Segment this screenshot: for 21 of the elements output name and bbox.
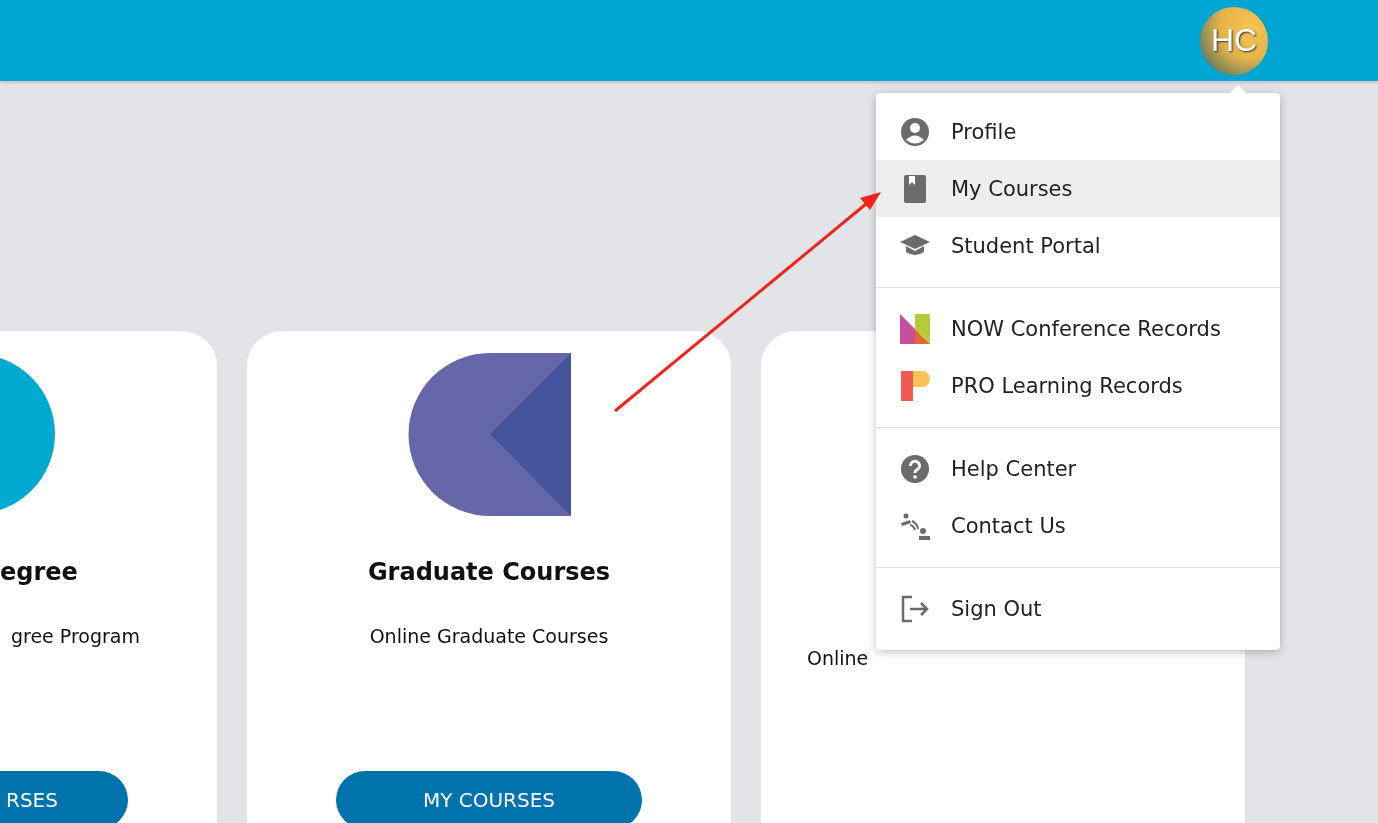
- menu-item[interactable]: Contact Us: [876, 497, 1280, 554]
- card-subtitle: Online Graduate Courses: [369, 624, 609, 649]
- menu-item[interactable]: PRO Learning Records: [876, 357, 1280, 414]
- menu-item[interactable]: Profile: [876, 103, 1280, 160]
- help-icon: [900, 453, 930, 484]
- menu-item[interactable]: Help Center: [876, 440, 1280, 497]
- sign-out-icon: [900, 593, 930, 624]
- my-courses-button[interactable]: MY COURSES: [336, 771, 642, 823]
- card-title: egree: [0, 557, 79, 588]
- menu-item[interactable]: Student Portal: [876, 217, 1280, 274]
- menu-item[interactable]: My Courses: [876, 160, 1280, 217]
- card-title: Graduate Courses: [367, 557, 611, 588]
- n-logo-icon: [900, 313, 930, 344]
- graduate-logo-icon: [407, 353, 571, 516]
- my-courses-button[interactable]: RSES: [0, 771, 128, 823]
- menu-item[interactable]: Sign Out: [876, 580, 1280, 637]
- user-icon: [900, 116, 930, 147]
- card-subtitle: gree Program: [9, 624, 141, 649]
- p-logo-icon: [900, 370, 930, 401]
- card-subtitle: Online: [807, 646, 869, 671]
- menu-item[interactable]: NOW Conference Records: [876, 300, 1280, 357]
